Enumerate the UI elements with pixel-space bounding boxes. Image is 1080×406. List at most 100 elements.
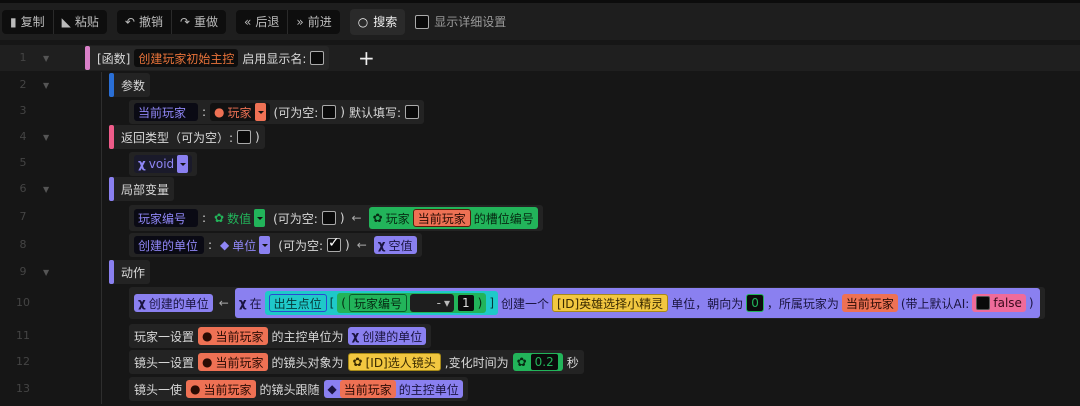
collapse-arrow-icon[interactable]: ▼: [43, 54, 49, 63]
back-button[interactable]: «后退: [236, 9, 289, 34]
type-label: void: [148, 157, 175, 171]
create-unit-expr[interactable]: χ在 出生点位[ (玩家编号 - ▾ 1) ] 创建一个 [ID]英雄选择小精灵 单位…: [234, 288, 1040, 318]
nullable-checkbox[interactable]: [321, 211, 336, 225]
line-number: 4: [19, 130, 27, 143]
player-label: 当前玩家: [215, 329, 264, 344]
number-icon: ✿: [516, 355, 527, 369]
paste-button[interactable]: ◣ 粘贴: [54, 10, 107, 34]
operator-select[interactable]: - ▾: [410, 294, 454, 312]
actions-label: 动作: [121, 265, 146, 280]
return-bar: [109, 125, 114, 149]
var-name[interactable]: 玩家编号: [134, 209, 198, 227]
dropdown-icon[interactable]: [254, 209, 266, 227]
show-details-checkbox[interactable]: [415, 14, 430, 29]
target-var[interactable]: χ 创建的单位: [134, 294, 213, 312]
unit-id-chip[interactable]: [ID]英雄选择小精灵: [552, 294, 669, 312]
double-chevron-left-icon: «: [244, 14, 252, 29]
show-details-label: 显示详细设置: [434, 15, 507, 29]
paren: ): [339, 211, 345, 225]
collapse-arrow-icon[interactable]: ▼: [43, 185, 49, 194]
params-header: 参数: [109, 73, 151, 97]
return-type-row[interactable]: χ void: [129, 152, 198, 176]
time-expr[interactable]: ✿ 0.2: [512, 353, 563, 371]
function-name[interactable]: 创建玩家初始主控: [134, 49, 239, 67]
current-player-chip[interactable]: 当前玩家: [339, 380, 396, 398]
bracket: ]: [489, 296, 495, 310]
unit-cube-icon: ◆: [327, 382, 337, 396]
action-text: 的镜头跟随: [259, 382, 320, 397]
var-name[interactable]: 创建的单位: [134, 236, 204, 254]
current-player-chip[interactable]: ● 当前玩家: [198, 327, 268, 345]
assign-arrow: ←: [218, 296, 229, 310]
null-value[interactable]: χ 空值: [373, 236, 417, 254]
var-type[interactable]: ✿ 数值: [210, 209, 269, 227]
number-icon: ✿: [372, 211, 383, 225]
assign-arrow: ←: [351, 211, 362, 225]
current-player-chip[interactable]: ● 当前玩家: [198, 353, 268, 371]
variable-x-icon: χ: [377, 238, 386, 252]
default-ai-bool[interactable]: false: [972, 294, 1026, 312]
nullable-label: (可为空:: [273, 105, 319, 120]
index-var[interactable]: 玩家编号: [348, 294, 407, 312]
dropdown-icon[interactable]: [177, 155, 189, 173]
local-var-row[interactable]: 创建的单位 : ◆单位 (可为空:) ← χ空值: [129, 233, 422, 257]
facing-value[interactable]: 0: [746, 294, 764, 312]
param-name[interactable]: 当前玩家: [134, 103, 198, 121]
expr-text: 在: [249, 296, 262, 311]
number-value[interactable]: 1: [457, 294, 475, 312]
ai-checkbox[interactable]: [976, 296, 991, 310]
redo-button[interactable]: ↷ 重做: [172, 10, 226, 34]
undo-button[interactable]: ↶ 撤销: [117, 9, 172, 34]
default-checkbox[interactable]: [405, 105, 420, 119]
forward-button[interactable]: » 前进: [288, 10, 339, 34]
paren: ): [345, 238, 350, 252]
search-button[interactable]: ○ 搜索: [349, 8, 406, 35]
bool-label: false: [993, 296, 1022, 310]
action-text: ,变化时间为: [444, 355, 509, 370]
action-row[interactable]: 玩家一设置 ● 当前玩家 的主控单位为 χ 创建的单位: [129, 324, 432, 348]
collapse-arrow-icon[interactable]: ▼: [43, 81, 49, 90]
add-button[interactable]: +: [358, 46, 375, 70]
param-type[interactable]: ● 玩家: [210, 103, 270, 121]
local-var-row[interactable]: 玩家编号 : ✿ 数值 (可为空:) ← ✿ 玩家 当前玩家 的槽位编号: [129, 205, 543, 231]
search-label: 搜索: [373, 15, 398, 29]
camera-id-chip[interactable]: ✿ [ID]选人镜头: [347, 353, 441, 371]
line-number: 5: [19, 156, 27, 169]
copy-button[interactable]: ▮ 复制: [2, 9, 54, 34]
action-row[interactable]: 镜头一使 ● 当前玩家 的镜头跟随 ◆ 当前玩家 的主控单位: [129, 377, 468, 401]
collapse-arrow-icon[interactable]: ▼: [43, 133, 49, 142]
action-text: 的镜头对象为: [271, 355, 344, 370]
dropdown-icon[interactable]: [254, 103, 266, 121]
return-nullable-checkbox[interactable]: [237, 130, 252, 144]
line-number: 8: [19, 238, 27, 251]
var-type[interactable]: ◆ 单位: [216, 236, 274, 254]
display-name-checkbox[interactable]: [310, 51, 325, 65]
time-value[interactable]: 0.2: [529, 353, 559, 371]
line-number: 7: [19, 210, 27, 223]
action-row[interactable]: 镜头一设置 ● 当前玩家 的镜头对象为 ✿ [ID]选人镜头 ,变化时间为 ✿ 0.2…: [129, 350, 584, 374]
type-label: 数值: [227, 211, 252, 226]
main-unit-expr[interactable]: ◆ 当前玩家 的主控单位: [323, 380, 463, 398]
variable-x-icon: χ: [138, 157, 146, 171]
slot-number-expr[interactable]: ✿ 玩家 当前玩家 的槽位编号: [368, 207, 538, 229]
return-type[interactable]: χ void: [134, 155, 193, 173]
collapse-arrow-icon[interactable]: ▼: [43, 268, 49, 277]
line-number: 3: [19, 104, 27, 117]
subtract-expr[interactable]: (玩家编号 - ▾ 1): [337, 293, 487, 313]
action-row[interactable]: χ 创建的单位 ← χ在 出生点位[ (玩家编号 - ▾ 1) ] 创建一个 [ID]英…: [129, 287, 1045, 319]
nullable-checkbox[interactable]: [322, 105, 337, 119]
current-player-chip[interactable]: 当前玩家: [841, 294, 898, 312]
nullable-checkbox[interactable]: [327, 235, 342, 252]
dropdown-icon[interactable]: [259, 236, 271, 254]
show-details-toggle[interactable]: 显示详细设置: [415, 13, 506, 30]
function-bar: [85, 46, 90, 70]
current-player-chip[interactable]: 当前玩家: [412, 209, 471, 227]
var-chip[interactable]: χ 创建的单位: [347, 327, 427, 345]
param-row[interactable]: 当前玩家 : ● 玩家 (可为空:) 默认填写:: [129, 100, 425, 124]
function-header[interactable]: [函数] 创建玩家初始主控 启用显示名:: [85, 46, 330, 70]
spawn-point-expr[interactable]: 出生点位[ (玩家编号 - ▾ 1) ]: [264, 291, 499, 315]
line-number: 1: [19, 51, 27, 64]
back-label: 后退: [255, 15, 280, 29]
current-player-chip[interactable]: ● 当前玩家: [186, 380, 256, 398]
player-icon: ●: [202, 329, 213, 343]
